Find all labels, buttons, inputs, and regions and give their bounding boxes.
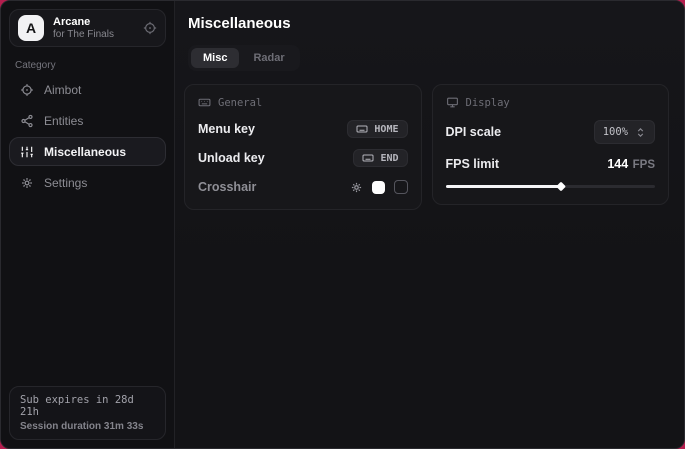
fps-limit-slider[interactable] — [446, 182, 656, 191]
cycle-icon — [635, 127, 646, 138]
keyboard-icon — [198, 96, 211, 109]
fps-limit-value: 144 — [607, 157, 628, 171]
display-panel: Display DPI scale 100% FPS limit — [432, 84, 670, 205]
keyboard-icon — [356, 123, 368, 135]
sidebar-item-miscellaneous[interactable]: Miscellaneous — [9, 137, 166, 166]
tab-bar: Misc Radar — [188, 45, 300, 71]
unload-key-button[interactable]: END — [353, 149, 407, 167]
brand-card: A Arcane for The Finals — [9, 9, 166, 47]
menu-key-button[interactable]: HOME — [347, 120, 407, 138]
category-label: Category — [15, 60, 166, 71]
fps-limit-label: FPS limit — [446, 157, 499, 171]
dpi-scale-value: 100% — [603, 126, 628, 138]
menu-key-value: HOME — [374, 124, 398, 135]
unload-key-value: END — [380, 153, 398, 164]
keyboard-icon — [362, 152, 374, 164]
menu-key-label: Menu key — [198, 122, 255, 136]
gear-icon — [20, 176, 34, 190]
sidebar-nav: Aimbot Entities — [9, 75, 166, 197]
fps-limit-row: FPS limit 144 FPS — [446, 155, 656, 173]
brand-subtitle: for The Finals — [53, 29, 134, 41]
dpi-scale-row: DPI scale 100% — [446, 120, 656, 144]
crosshair-settings-gear-icon[interactable] — [350, 181, 363, 194]
brand-text: Arcane for The Finals — [53, 16, 134, 40]
monitor-icon — [446, 96, 459, 109]
crosshair-icon — [20, 83, 34, 97]
app-logo: A — [18, 15, 44, 41]
sidebar-item-label: Entities — [44, 114, 83, 128]
tab-radar[interactable]: Radar — [241, 48, 296, 68]
sidebar-item-settings[interactable]: Settings — [9, 168, 166, 197]
sidebar-item-label: Miscellaneous — [44, 145, 126, 159]
general-panel-title: General — [218, 97, 262, 109]
panels-container: General Menu key HOME Unload key — [184, 84, 669, 210]
menu-key-row: Menu key HOME — [198, 120, 408, 138]
sub-expiry-text: Sub expires in 28d 21h — [20, 394, 155, 418]
unload-key-row: Unload key END — [198, 149, 408, 167]
sliders-icon — [20, 145, 34, 159]
display-panel-header: Display — [446, 96, 656, 109]
crosshair-color-swatch[interactable] — [372, 181, 385, 194]
fps-limit-unit: FPS — [633, 159, 655, 171]
main-content: Miscellaneous Misc Radar General — [175, 1, 684, 448]
general-panel: General Menu key HOME Unload key — [184, 84, 422, 210]
tab-misc[interactable]: Misc — [191, 48, 239, 68]
sidebar-item-label: Aimbot — [44, 83, 81, 97]
brand-title: Arcane — [53, 16, 134, 29]
logo-letter: A — [26, 20, 36, 36]
display-panel-title: Display — [466, 97, 510, 109]
crosshair-checkbox[interactable] — [394, 180, 408, 194]
target-icon[interactable] — [143, 21, 157, 35]
sidebar-item-aimbot[interactable]: Aimbot — [9, 75, 166, 104]
page-title: Miscellaneous — [188, 15, 669, 32]
sidebar-item-label: Settings — [44, 176, 87, 190]
session-duration-text: Session duration 31m 33s — [20, 421, 155, 432]
dpi-scale-selector[interactable]: 100% — [594, 120, 655, 144]
unload-key-label: Unload key — [198, 151, 265, 165]
app-window: A Arcane for The Finals Category — [0, 0, 685, 449]
subscription-card: Sub expires in 28d 21h Session duration … — [9, 386, 166, 440]
general-panel-header: General — [198, 96, 408, 109]
crosshair-label: Crosshair — [198, 180, 256, 194]
crosshair-row: Crosshair — [198, 178, 408, 196]
fps-slider-fill — [446, 185, 561, 188]
dpi-scale-label: DPI scale — [446, 125, 502, 139]
crosshair-controls — [350, 180, 408, 194]
sidebar-item-entities[interactable]: Entities — [9, 106, 166, 135]
fps-limit-value-group: 144 FPS — [607, 155, 655, 173]
sidebar: A Arcane for The Finals Category — [1, 1, 175, 448]
entities-icon — [20, 114, 34, 128]
fps-slider-thumb[interactable] — [556, 182, 566, 192]
